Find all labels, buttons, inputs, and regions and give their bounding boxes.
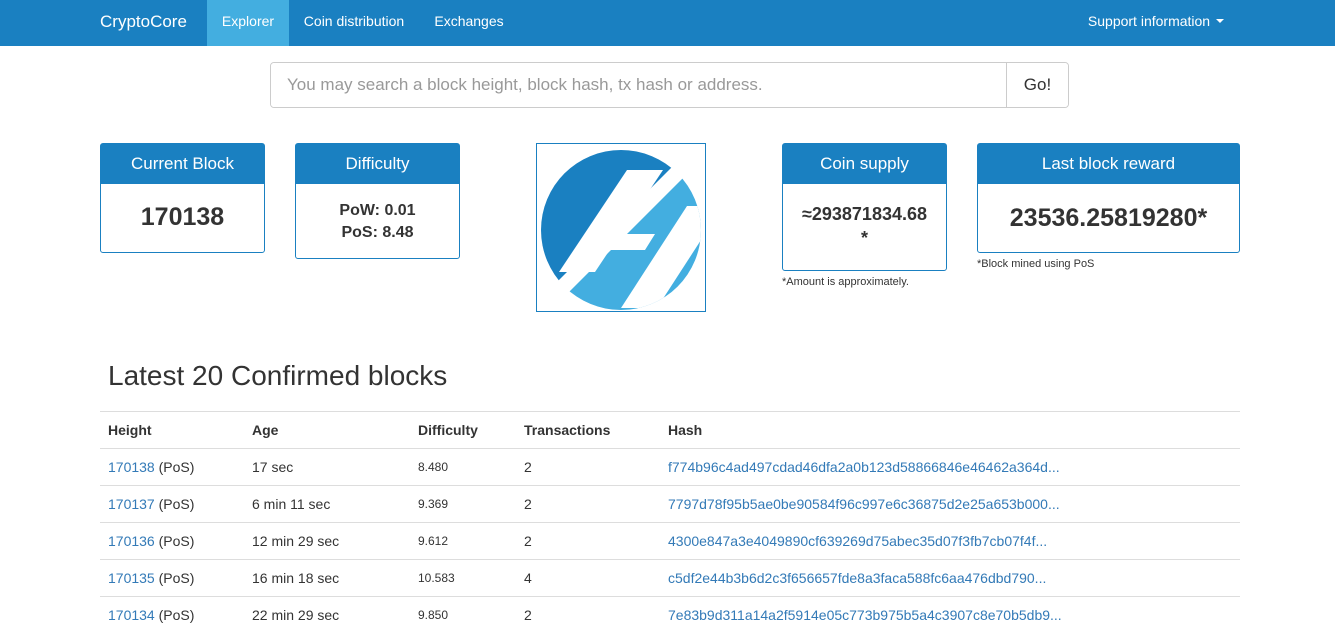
block-hash-link[interactable]: c5df2e44b3b6d2c3f656657fde8a3faca588fc6a…	[668, 560, 1046, 597]
search-go-button[interactable]: Go!	[1006, 63, 1068, 107]
caret-down-icon	[1216, 19, 1225, 24]
last-block-reward-value: 23536.25819280*	[1009, 204, 1208, 232]
header-age: Age	[252, 422, 279, 438]
table-row: 170135 (PoS) 16 min 18 sec 10.583 4 c5df…	[100, 559, 1240, 596]
block-hash-link[interactable]: f774b96c4ad497cdad46dfa2a0b123d58866846e…	[668, 449, 1060, 486]
block-transactions: 2	[524, 459, 532, 475]
block-transactions: 2	[524, 496, 532, 512]
coin-supply-value: ≈293871834.68	[802, 204, 927, 224]
last-block-reward-panel: Last block reward 23536.25819280*	[977, 143, 1240, 253]
nav-coin-distribution[interactable]: Coin distribution	[289, 0, 419, 46]
block-difficulty: 9.612	[418, 534, 449, 548]
coin-supply-asterisk: *	[860, 228, 868, 248]
block-type: (PoS)	[158, 607, 195, 623]
brand-logo-text[interactable]: CryptoCore	[100, 0, 187, 46]
h-logo-icon	[541, 150, 701, 310]
block-difficulty: 9.369	[418, 497, 449, 511]
support-label: Support information	[1087, 13, 1211, 29]
coin-supply-note: *Amount is approximately.	[782, 276, 909, 288]
difficulty-pow: PoW: 0.01	[339, 202, 416, 219]
coin-supply-panel: Coin supply ≈293871834.68 *	[782, 143, 947, 271]
block-difficulty: 8.480	[418, 460, 449, 474]
block-age: 17 sec	[252, 459, 294, 475]
block-difficulty: 10.583	[418, 571, 455, 585]
block-type: (PoS)	[158, 533, 195, 549]
table-row: 170136 (PoS) 12 min 29 sec 9.612 2 4300e…	[100, 522, 1240, 559]
nav-explorer[interactable]: Explorer	[207, 0, 289, 46]
table-header-row: Height Age Difficulty Transactions Hash	[100, 411, 1240, 448]
block-height-link[interactable]: 170136	[108, 533, 155, 549]
block-age: 16 min 18 sec	[252, 570, 340, 586]
search-input[interactable]	[271, 63, 1007, 107]
header-hash: Hash	[668, 422, 703, 438]
difficulty-panel: Difficulty PoW: 0.01 PoS: 8.48	[295, 143, 460, 259]
top-navbar: CryptoCore Explorer Coin distribution Ex…	[0, 0, 1335, 46]
table-row: 170137 (PoS) 6 min 11 sec 9.369 2 7797d7…	[100, 485, 1240, 522]
block-type: (PoS)	[158, 570, 195, 586]
difficulty-title: Difficulty	[296, 144, 459, 184]
last-block-reward-title: Last block reward	[978, 144, 1239, 184]
block-age: 6 min 11 sec	[252, 496, 331, 512]
last-block-reward-note: *Block mined using PoS	[977, 258, 1095, 270]
block-difficulty: 9.850	[418, 608, 449, 622]
coin-supply-title: Coin supply	[783, 144, 946, 184]
difficulty-pos: PoS: 8.48	[341, 224, 414, 241]
block-height-link[interactable]: 170138	[108, 459, 155, 475]
latest-blocks-title: Latest 20 Confirmed blocks	[108, 360, 448, 391]
search-bar: Go!	[270, 62, 1069, 108]
header-difficulty: Difficulty	[418, 422, 478, 438]
block-hash-link[interactable]: 7797d78f95b5ae0be90584f96c997e6c36875d2e…	[668, 486, 1060, 523]
support-information-dropdown[interactable]: Support information	[1076, 0, 1236, 46]
header-height: Height	[108, 422, 152, 438]
current-block-value: 170138	[140, 203, 225, 231]
block-height-link[interactable]: 170135	[108, 570, 155, 586]
block-transactions: 2	[524, 607, 532, 623]
block-age: 12 min 29 sec	[252, 533, 340, 549]
table-row: 170134 (PoS) 22 min 29 sec 9.850 2 7e83b…	[100, 596, 1240, 633]
block-transactions: 2	[524, 533, 532, 549]
block-height-link[interactable]: 170137	[108, 496, 155, 512]
current-block-title: Current Block	[101, 144, 264, 184]
block-height-link[interactable]: 170134	[108, 607, 155, 623]
header-transactions: Transactions	[524, 422, 611, 438]
blocks-table: Height Age Difficulty Transactions Hash …	[100, 411, 1240, 633]
table-row: 170138 (PoS) 17 sec 8.480 2 f774b96c4ad4…	[100, 448, 1240, 485]
nav-exchanges[interactable]: Exchanges	[419, 0, 519, 46]
block-type: (PoS)	[158, 459, 195, 475]
coin-logo	[536, 143, 706, 312]
block-type: (PoS)	[158, 496, 195, 512]
block-transactions: 4	[524, 570, 532, 586]
block-hash-link[interactable]: 4300e847a3e4049890cf639269d75abec35d07f3…	[668, 523, 1047, 560]
current-block-panel: Current Block 170138	[100, 143, 265, 253]
block-hash-link[interactable]: 7e83b9d311a14a2f5914e05c773b975b5a4c3907…	[668, 597, 1062, 634]
block-age: 22 min 29 sec	[252, 607, 340, 623]
